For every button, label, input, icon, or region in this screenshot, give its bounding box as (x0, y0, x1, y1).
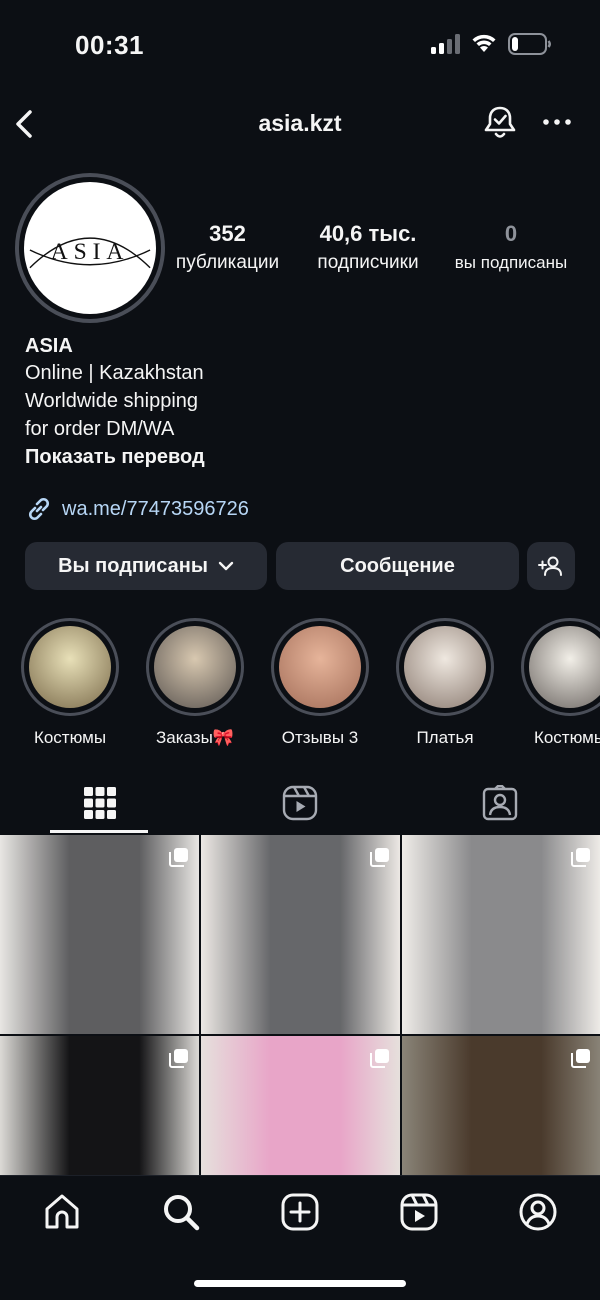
highlight-item[interactable]: Отзывы 3 (260, 618, 380, 748)
tagged-icon (482, 785, 518, 821)
followers-count[interactable]: 40,6 тыс. подписчики (303, 218, 433, 276)
highlight-label: Заказы🎀 (156, 728, 234, 747)
search-icon[interactable] (161, 1192, 201, 1232)
message-button[interactable]: Сообщение (276, 542, 519, 590)
multiple-posts-icon (370, 1049, 389, 1068)
following-button-label: Вы подписаны (58, 554, 208, 577)
profile-display-name: ASIA (25, 335, 73, 357)
multiple-posts-icon (169, 1049, 188, 1068)
tab-tagged[interactable] (400, 772, 600, 834)
asia-logo: ASIA (29, 237, 151, 269)
profile-content-tabs (0, 772, 600, 834)
posts-count-label: публикации (175, 252, 280, 273)
highlight-item[interactable]: Заказы🎀 (135, 618, 255, 748)
status-bar: 00:31 (0, 0, 600, 90)
posts-grid (0, 835, 600, 1175)
profile-nav-bar: asia.kzt (0, 100, 600, 150)
highlight-cover (529, 626, 600, 708)
following-count-value: 0 (504, 221, 518, 246)
cellular-signal-icon (431, 34, 460, 54)
followers-count-label: подписчики (317, 252, 419, 273)
home-indicator (194, 1280, 406, 1287)
highlight-label: Отзывы 3 (281, 728, 359, 747)
avatar[interactable]: ASIA (15, 173, 165, 323)
reels-icon (282, 785, 318, 821)
home-icon[interactable] (42, 1192, 82, 1232)
post-thumbnail[interactable] (201, 835, 400, 1034)
status-time: 00:31 (75, 30, 144, 60)
link-icon (28, 497, 50, 521)
wifi-icon (472, 34, 496, 52)
post-thumbnail[interactable] (0, 1036, 199, 1175)
highlight-item[interactable]: Платья (385, 618, 505, 748)
svg-text:ASIA: ASIA (51, 239, 130, 265)
show-translation-link[interactable]: Показать перевод (25, 443, 565, 471)
create-post-icon[interactable] (280, 1192, 320, 1232)
website-link-text: wa.me/77473596726 (62, 497, 249, 520)
highlight-item[interactable]: Костюмы (10, 618, 130, 748)
bio-line: Worldwide shipping (25, 390, 199, 412)
following-count-label: вы подписаны (454, 253, 568, 272)
following-count[interactable]: 0 вы подписаны (443, 218, 579, 276)
chevron-down-icon (218, 561, 234, 571)
suggested-users-button[interactable] (527, 542, 575, 590)
posts-count-value: 352 (209, 221, 246, 246)
avatar-image: ASIA (24, 182, 156, 314)
active-tab-indicator (50, 830, 148, 833)
post-thumbnail[interactable] (0, 835, 199, 1034)
profile-bio: ASIA Online | Kazakhstan Worldwide shipp… (25, 333, 565, 471)
tab-reels[interactable] (200, 772, 400, 834)
highlight-item[interactable]: Костюмы (510, 618, 600, 748)
battery-icon (508, 33, 551, 55)
profile-icon[interactable] (518, 1192, 558, 1232)
followers-count-value: 40,6 тыс. (319, 221, 417, 246)
profile-website-link[interactable]: wa.me/77473596726 (25, 495, 249, 523)
tab-posts-grid[interactable] (0, 772, 200, 834)
highlight-label: Костюмы (33, 728, 107, 747)
highlight-cover (29, 626, 111, 708)
reels-icon[interactable] (399, 1192, 439, 1232)
highlight-cover (279, 626, 361, 708)
post-thumbnail[interactable] (201, 1036, 400, 1175)
more-options-icon[interactable] (542, 112, 572, 132)
multiple-posts-icon (571, 1049, 590, 1068)
bottom-tab-bar (0, 1175, 600, 1300)
multiple-posts-icon (169, 848, 188, 867)
highlight-cover (154, 626, 236, 708)
bio-line: for order DM/WA (25, 418, 175, 440)
following-button[interactable]: Вы подписаны (25, 542, 267, 590)
add-user-icon (538, 556, 562, 576)
highlight-cover (404, 626, 486, 708)
message-button-label: Сообщение (340, 554, 455, 577)
post-thumbnail[interactable] (402, 835, 600, 1034)
profile-stats: 352 публикации 40,6 тыс. подписчики 0 вы… (160, 218, 590, 288)
notifications-bell-icon[interactable] (482, 104, 518, 142)
posts-count[interactable]: 352 публикации (160, 218, 295, 276)
bio-line: Online | Kazakhstan (25, 362, 204, 384)
highlight-label: Костюмы (533, 728, 600, 747)
multiple-posts-icon (571, 848, 590, 867)
multiple-posts-icon (370, 848, 389, 867)
story-highlights: Костюмы Заказы🎀 Отзывы 3 Платья Костюмы (0, 618, 600, 748)
grid-icon (84, 787, 116, 819)
highlight-label: Платья (416, 728, 474, 747)
post-thumbnail[interactable] (402, 1036, 600, 1175)
